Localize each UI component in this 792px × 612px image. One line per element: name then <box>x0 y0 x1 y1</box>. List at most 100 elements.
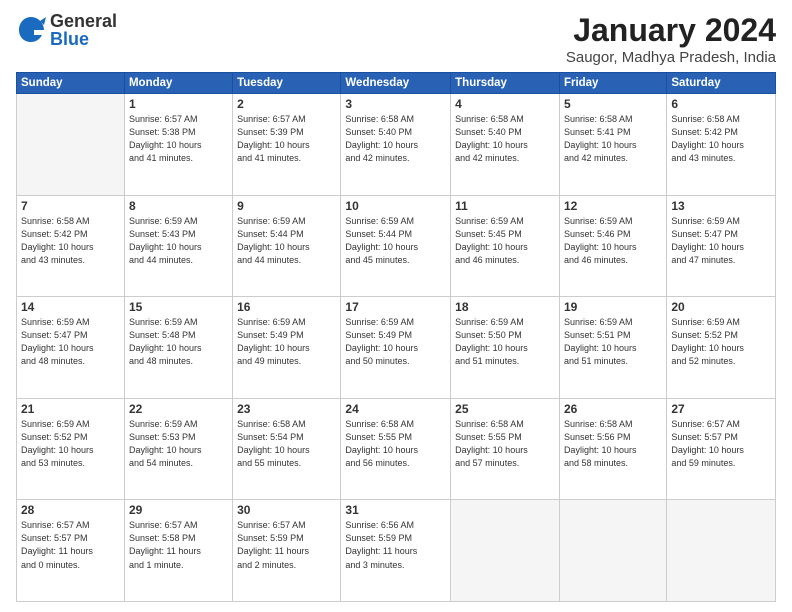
calendar-header-row: SundayMondayTuesdayWednesdayThursdayFrid… <box>17 73 776 94</box>
day-detail: Sunrise: 6:58 AM Sunset: 5:40 PM Dayligh… <box>345 113 446 165</box>
day-detail: Sunrise: 6:58 AM Sunset: 5:55 PM Dayligh… <box>455 418 555 470</box>
calendar-cell: 30Sunrise: 6:57 AM Sunset: 5:59 PM Dayli… <box>233 500 341 602</box>
calendar-cell: 10 Sunrise: 6:59 AM Sunset: 5:44 PM Dayli… <box>341 195 451 297</box>
calendar-cell: 6 Sunrise: 6:58 AM Sunset: 5:42 PM Daylig… <box>667 94 776 196</box>
column-header-friday: Friday <box>559 73 666 94</box>
column-header-wednesday: Wednesday <box>341 73 451 94</box>
day-detail: Sunrise: 6:57 AM Sunset: 5:59 PM Dayligh… <box>237 519 336 571</box>
day-detail: Sunrise: 6:59 AM Sunset: 5:44 PM Dayligh… <box>345 215 446 267</box>
calendar-cell: 14Sunrise: 6:59 AM Sunset: 5:47 PM Dayli… <box>17 297 125 399</box>
title-month: January 2024 <box>566 12 776 49</box>
calendar-cell: 5 Sunrise: 6:58 AM Sunset: 5:41 PM Daylig… <box>559 94 666 196</box>
day-number: 24 <box>345 402 446 416</box>
day-detail: Sunrise: 6:57 AM Sunset: 5:58 PM Dayligh… <box>129 519 228 571</box>
calendar-cell: 16 Sunrise: 6:59 AM Sunset: 5:49 PM Dayli… <box>233 297 341 399</box>
header: General Blue January 2024 Saugor, Madhya… <box>16 12 776 66</box>
page: General Blue January 2024 Saugor, Madhya… <box>0 0 792 612</box>
day-detail: Sunrise: 6:59 AM Sunset: 5:43 PM Dayligh… <box>129 215 228 267</box>
day-detail: Sunrise: 6:56 AM Sunset: 5:59 PM Dayligh… <box>345 519 446 571</box>
day-number: 17 <box>345 300 446 314</box>
day-number: 21 <box>21 402 120 416</box>
calendar-cell: 29 Sunrise: 6:57 AM Sunset: 5:58 PM Dayli… <box>124 500 232 602</box>
calendar-cell: 15 Sunrise: 6:59 AM Sunset: 5:48 PM Dayli… <box>124 297 232 399</box>
calendar-cell: 22 Sunrise: 6:59 AM Sunset: 5:53 PM Dayli… <box>124 398 232 500</box>
week-row-2: 7 Sunrise: 6:58 AM Sunset: 5:42 PM Daylig… <box>17 195 776 297</box>
day-number: 22 <box>129 402 228 416</box>
day-number: 6 <box>671 97 771 111</box>
day-detail: Sunrise: 6:58 AM Sunset: 5:55 PM Dayligh… <box>345 418 446 470</box>
logo-blue: Blue <box>50 30 117 48</box>
title-area: January 2024 Saugor, Madhya Pradesh, Ind… <box>566 12 776 66</box>
day-number: 13 <box>671 199 771 213</box>
day-detail: Sunrise: 6:59 AM Sunset: 5:52 PM Dayligh… <box>671 316 771 368</box>
logo-text: General Blue <box>50 12 117 48</box>
day-detail: Sunrise: 6:59 AM Sunset: 5:45 PM Dayligh… <box>455 215 555 267</box>
day-number: 3 <box>345 97 446 111</box>
day-detail: Sunrise: 6:59 AM Sunset: 5:44 PM Dayligh… <box>237 215 336 267</box>
calendar-cell: 19 Sunrise: 6:59 AM Sunset: 5:51 PM Dayli… <box>559 297 666 399</box>
calendar-cell: 28 Sunrise: 6:57 AM Sunset: 5:57 PM Dayli… <box>17 500 125 602</box>
calendar-cell: 12 Sunrise: 6:59 AM Sunset: 5:46 PM Dayli… <box>559 195 666 297</box>
calendar-cell: 23Sunrise: 6:58 AM Sunset: 5:54 PM Dayli… <box>233 398 341 500</box>
day-detail: Sunrise: 6:59 AM Sunset: 5:49 PM Dayligh… <box>237 316 336 368</box>
day-detail: Sunrise: 6:58 AM Sunset: 5:42 PM Dayligh… <box>671 113 771 165</box>
day-detail: Sunrise: 6:59 AM Sunset: 5:52 PM Dayligh… <box>21 418 120 470</box>
day-number: 19 <box>564 300 662 314</box>
day-number: 18 <box>455 300 555 314</box>
day-number: 7 <box>21 199 120 213</box>
day-detail: Sunrise: 6:59 AM Sunset: 5:48 PM Dayligh… <box>129 316 228 368</box>
calendar-cell: 26 Sunrise: 6:58 AM Sunset: 5:56 PM Dayli… <box>559 398 666 500</box>
day-detail: Sunrise: 6:57 AM Sunset: 5:38 PM Dayligh… <box>129 113 228 165</box>
day-number: 31 <box>345 503 446 517</box>
week-row-3: 14Sunrise: 6:59 AM Sunset: 5:47 PM Dayli… <box>17 297 776 399</box>
calendar-cell: 21 Sunrise: 6:59 AM Sunset: 5:52 PM Dayli… <box>17 398 125 500</box>
day-detail: Sunrise: 6:59 AM Sunset: 5:53 PM Dayligh… <box>129 418 228 470</box>
calendar-cell: 2Sunrise: 6:57 AM Sunset: 5:39 PM Daylig… <box>233 94 341 196</box>
day-number: 12 <box>564 199 662 213</box>
day-detail: Sunrise: 6:57 AM Sunset: 5:39 PM Dayligh… <box>237 113 336 165</box>
week-row-1: 1 Sunrise: 6:57 AM Sunset: 5:38 PM Daylig… <box>17 94 776 196</box>
day-number: 15 <box>129 300 228 314</box>
day-detail: Sunrise: 6:57 AM Sunset: 5:57 PM Dayligh… <box>21 519 120 571</box>
day-number: 9 <box>237 199 336 213</box>
day-detail: Sunrise: 6:58 AM Sunset: 5:41 PM Dayligh… <box>564 113 662 165</box>
day-detail: Sunrise: 6:58 AM Sunset: 5:42 PM Dayligh… <box>21 215 120 267</box>
calendar-cell: 3 Sunrise: 6:58 AM Sunset: 5:40 PM Daylig… <box>341 94 451 196</box>
calendar-cell: 20Sunrise: 6:59 AM Sunset: 5:52 PM Dayli… <box>667 297 776 399</box>
calendar-cell: 24 Sunrise: 6:58 AM Sunset: 5:55 PM Dayli… <box>341 398 451 500</box>
calendar-cell: 9 Sunrise: 6:59 AM Sunset: 5:44 PM Daylig… <box>233 195 341 297</box>
day-number: 25 <box>455 402 555 416</box>
calendar-cell: 11 Sunrise: 6:59 AM Sunset: 5:45 PM Dayli… <box>451 195 560 297</box>
column-header-tuesday: Tuesday <box>233 73 341 94</box>
day-detail: Sunrise: 6:59 AM Sunset: 5:47 PM Dayligh… <box>671 215 771 267</box>
day-detail: Sunrise: 6:59 AM Sunset: 5:49 PM Dayligh… <box>345 316 446 368</box>
calendar-cell: 18Sunrise: 6:59 AM Sunset: 5:50 PM Dayli… <box>451 297 560 399</box>
day-detail: Sunrise: 6:59 AM Sunset: 5:51 PM Dayligh… <box>564 316 662 368</box>
day-number: 11 <box>455 199 555 213</box>
day-detail: Sunrise: 6:58 AM Sunset: 5:54 PM Dayligh… <box>237 418 336 470</box>
day-number: 16 <box>237 300 336 314</box>
week-row-5: 28 Sunrise: 6:57 AM Sunset: 5:57 PM Dayli… <box>17 500 776 602</box>
day-detail: Sunrise: 6:58 AM Sunset: 5:56 PM Dayligh… <box>564 418 662 470</box>
calendar-table: SundayMondayTuesdayWednesdayThursdayFrid… <box>16 72 776 602</box>
day-detail: Sunrise: 6:59 AM Sunset: 5:46 PM Dayligh… <box>564 215 662 267</box>
day-number: 26 <box>564 402 662 416</box>
calendar-cell: 27Sunrise: 6:57 AM Sunset: 5:57 PM Dayli… <box>667 398 776 500</box>
calendar-cell <box>667 500 776 602</box>
logo-area: General Blue <box>16 12 117 48</box>
calendar-cell: 25 Sunrise: 6:58 AM Sunset: 5:55 PM Dayli… <box>451 398 560 500</box>
day-number: 28 <box>21 503 120 517</box>
day-number: 27 <box>671 402 771 416</box>
calendar-cell: 31 Sunrise: 6:56 AM Sunset: 5:59 PM Dayli… <box>341 500 451 602</box>
column-header-thursday: Thursday <box>451 73 560 94</box>
calendar-cell: 1 Sunrise: 6:57 AM Sunset: 5:38 PM Daylig… <box>124 94 232 196</box>
day-number: 14 <box>21 300 120 314</box>
day-detail: Sunrise: 6:58 AM Sunset: 5:40 PM Dayligh… <box>455 113 555 165</box>
day-number: 8 <box>129 199 228 213</box>
calendar-cell: 4Sunrise: 6:58 AM Sunset: 5:40 PM Daylig… <box>451 94 560 196</box>
day-number: 10 <box>345 199 446 213</box>
day-number: 1 <box>129 97 228 111</box>
calendar-cell: 8 Sunrise: 6:59 AM Sunset: 5:43 PM Daylig… <box>124 195 232 297</box>
day-number: 5 <box>564 97 662 111</box>
day-number: 29 <box>129 503 228 517</box>
